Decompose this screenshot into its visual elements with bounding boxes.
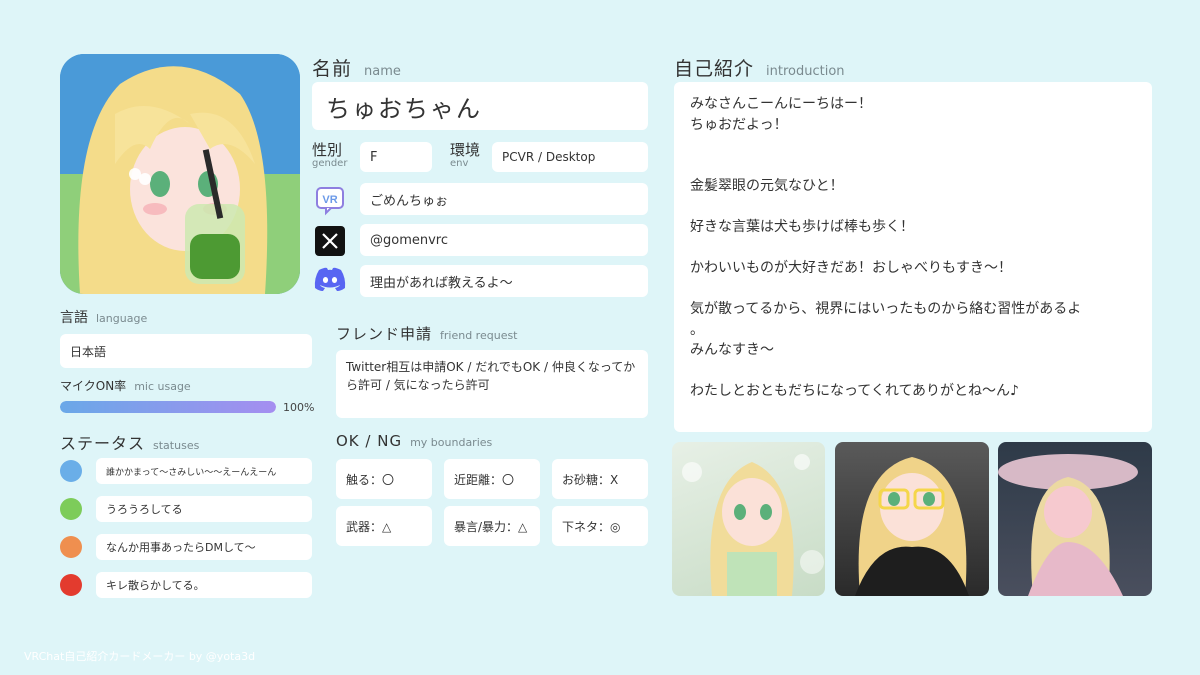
status-text: うろうろしてる [96,496,312,522]
discord-value: 理由があれば教えるよ〜 [370,275,513,291]
boundaries-label-en: my boundaries [410,436,493,449]
gender-value: F [370,149,378,165]
status-text: なんか用事あったらDMして〜 [96,534,312,560]
boundary-item: 暴言/暴力：△ [444,506,540,546]
env-field: PCVR / Desktop [492,142,648,172]
intro-line [690,279,1136,300]
status-list: 誰かかまって〜さみしい〜〜えーんえーん うろうろしてる なんか用事あったらDMし… [60,458,312,610]
photo-1 [672,442,825,596]
x-icon [315,226,345,256]
intro-line: ちゅおだよっ！ [690,116,788,133]
boundaries-label: OK / NG [336,432,403,450]
language-value: 日本語 [70,344,107,359]
name-label-en: name [364,64,401,79]
env-label-en: env [450,158,469,169]
intro-line: みなさんこーんにーちはー！ [690,96,872,112]
gender-label: 性別 [312,141,343,159]
status-dot-green [60,498,82,520]
intro-line [690,156,1136,177]
statuses-label-en: statuses [153,439,200,452]
status-text: 誰かかまって〜さみしい〜〜えーんえーん [96,458,312,484]
vrchat-value: ごめんちゅぉ [370,193,449,209]
friend-request-label-en: friend request [440,329,518,342]
avatar-image [60,54,300,294]
mic-percent: 100% [283,401,315,414]
intro-line: 気が散ってるから、視界にはいったものから絡む習性があるよ [690,301,1082,317]
intro-line: 金髪翠眼の元気なひと！ [690,178,844,194]
intro-line: かわいいものが大好きだあ！おしゃべりもすき〜！ [690,260,1012,276]
friend-request-text: Twitter相互は申請OK / だれでもOK / 仲良くなってから許可 / 気… [336,350,648,418]
boundary-item: 近距離：〇 [444,459,540,499]
footer-credit: VRChat自己紹介カードメーカー by @yota3d [24,650,256,663]
introduction-text: みなさんこーんにーちはー！ ちゅおだよっ！ 金髪翠眼の元気なひと！ 好きな言葉は… [674,82,1152,432]
mic-label-en: mic usage [134,380,191,393]
env-value: PCVR / Desktop [502,150,596,164]
boundary-item: 触る：〇 [336,459,432,499]
photo-2 [835,442,989,596]
language-heading: 言語 language [60,307,147,327]
svg-text:VR: VR [322,194,337,206]
intro-line [690,238,1136,259]
status-row: なんか用事あったらDMして〜 [60,534,312,572]
language-label-en: language [96,312,148,325]
intro-line [690,361,1136,382]
name-label: 名前 [312,58,353,80]
discord-field: 理由があれば教えるよ〜 [360,265,648,297]
status-row: キレ散らかしてる。 [60,572,312,610]
x-field: @gomenvrc [360,224,648,256]
intro-line: みんなすき〜 [690,342,774,358]
intro-line [690,197,1136,218]
status-row: 誰かかまって〜さみしい〜〜えーんえーん [60,458,312,496]
boundary-item: 下ネタ：◎ [552,506,648,546]
vrchat-icon: VR [314,184,346,216]
env-label: 環境 [450,141,481,159]
statuses-heading: ステータス statuses [60,430,199,454]
status-dot-blue [60,460,82,482]
status-row: うろうろしてる [60,496,312,534]
language-field: 日本語 [60,334,312,368]
intro-line: わたしとおともだちになってくれてありがとね〜ん♪ [690,383,1019,399]
statuses-label: ステータス [60,434,146,453]
boundary-item: お砂糖：X [552,459,648,499]
introduction-label: 自己紹介 [674,58,755,80]
introduction-heading: 自己紹介 introduction [674,54,845,80]
boundaries-heading: OK / NG my boundaries [336,432,492,450]
status-dot-red [60,574,82,596]
mic-usage-bar [60,401,276,413]
mic-usage-bar-fill [60,401,276,413]
gender-label-en: gender [312,158,348,169]
env-heading: 環境 env [450,142,490,169]
status-dot-orange [60,536,82,558]
vrchat-field: ごめんちゅぉ [360,183,648,215]
x-value: @gomenvrc [370,232,449,248]
intro-line [690,135,1136,156]
status-text: キレ散らかしてる。 [96,572,312,598]
language-label: 言語 [60,310,88,326]
mic-heading: マイクON率 mic usage [60,377,191,394]
mic-label: マイクON率 [60,379,127,393]
name-value: ちゅおちゃん [326,94,482,123]
introduction-label-en: introduction [766,64,845,79]
photo-3 [998,442,1152,596]
intro-line: 好きな言葉は犬も歩けば棒も歩く！ [690,219,914,235]
friend-request-label: フレンド申請 [336,325,433,343]
friend-request-heading: フレンド申請 friend request [336,323,518,344]
intro-line: 。 [690,321,704,338]
discord-icon [313,266,347,292]
boundary-item: 武器：△ [336,506,432,546]
name-heading: 名前 name [312,54,401,80]
name-field: ちゅおちゃん [312,82,648,130]
gender-field: F [360,142,432,172]
gender-heading: 性別 gender [312,142,358,169]
